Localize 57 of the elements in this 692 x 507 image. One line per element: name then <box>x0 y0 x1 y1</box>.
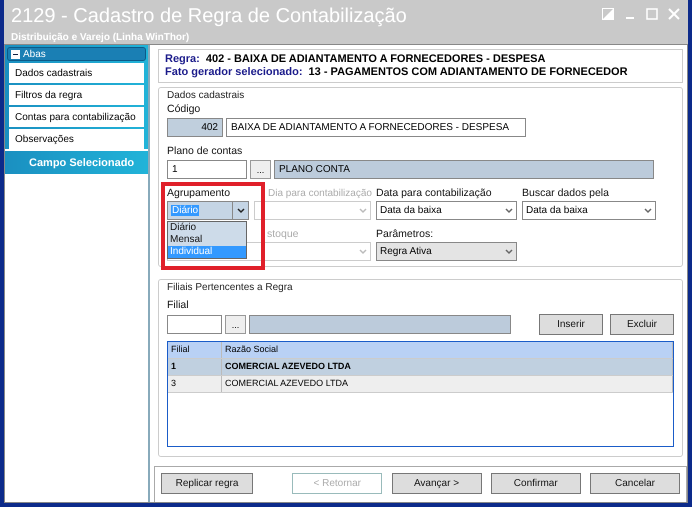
minus-icon <box>11 50 20 58</box>
column-header[interactable]: Razão Social <box>222 342 673 358</box>
day-dropdown[interactable] <box>254 201 371 220</box>
field-label: Código <box>167 103 200 116</box>
field-label: Parâmetros: <box>376 228 434 241</box>
table-cell: 3 <box>168 376 222 392</box>
footer-button[interactable]: Avançar > <box>392 473 482 494</box>
field-label: stoque <box>267 228 299 241</box>
table-row[interactable]: 3 COMERCIAL AZEVEDO LTDA <box>168 376 673 393</box>
field-label: Filial <box>167 299 189 312</box>
branch-field[interactable] <box>167 315 222 334</box>
table-cell: 1 <box>168 359 222 375</box>
action-button[interactable]: Excluir <box>610 314 674 335</box>
restore-icon[interactable] <box>602 8 614 20</box>
date-dropdown[interactable]: Data da baixa <box>376 201 517 220</box>
rule-line: Regra: 402 - BAIXA DE ADIANTAMENTO A FORNECEDORES - DESPESA <box>165 53 546 66</box>
table-cell: COMERCIAL AZEVEDO LTDA <box>222 359 673 375</box>
chevron-down-icon <box>505 208 513 214</box>
sidebar-section-title: Campo Selecionado <box>5 151 148 174</box>
field-label: Data para contabilização <box>376 187 492 200</box>
footer-button[interactable]: Confirmar <box>490 473 581 494</box>
sidebar-header-label: Abas <box>23 48 46 60</box>
dropdown-option[interactable]: Mensal <box>168 234 246 246</box>
description-field[interactable]: BAIXA DE ADIANTAMENTO A FORNECEDORES - DESPESA <box>226 118 526 137</box>
sidebar-item[interactable]: Observações <box>9 129 144 149</box>
account-plan-field[interactable]: 1 <box>167 160 247 179</box>
footer-button[interactable]: Cancelar <box>590 473 680 494</box>
dropdown-option[interactable]: Diário <box>168 222 246 234</box>
browse-button[interactable]: ... <box>250 160 271 179</box>
chevron-down-icon <box>359 208 367 214</box>
table-cell: COMERCIAL AZEVEDO LTDA <box>222 376 673 392</box>
fetch-by-dropdown[interactable]: Data da baixa <box>522 201 656 220</box>
sidebar-header[interactable]: Abas <box>7 47 146 61</box>
group-title: Filiais Pertencentes a Regra <box>167 282 294 293</box>
footer-button[interactable]: Replicar regra <box>161 473 253 494</box>
field-label: Dia para contabilização <box>268 187 372 200</box>
action-button[interactable]: Inserir <box>539 314 603 335</box>
field-label: Buscar dados pela <box>522 187 609 200</box>
field-label: Agrupamento <box>167 187 230 200</box>
field-label: Plano de contas <box>167 145 242 158</box>
sidebar-item[interactable]: Contas para contabilização <box>9 107 144 127</box>
chevron-down-icon <box>359 248 367 254</box>
account-plan-name-field: PLANO CONTA <box>274 160 654 179</box>
sidebar-item[interactable]: Filtros da regra <box>9 85 144 105</box>
table-row[interactable]: 1 COMERCIAL AZEVEDO LTDA <box>168 359 673 376</box>
parameters-dropdown[interactable]: Regra Ativa <box>376 242 517 261</box>
maximize-icon[interactable] <box>646 8 658 20</box>
browse-button[interactable]: ... <box>225 315 246 334</box>
code-field[interactable]: 402 <box>167 118 223 137</box>
group-title: Dados cadastrais <box>167 90 246 101</box>
column-header[interactable]: Filial <box>168 342 222 358</box>
chevron-down-icon <box>505 248 513 254</box>
chevron-down-icon <box>644 208 652 214</box>
event-line: Fato gerador selecionado: 13 - PAGAMENTOS COM ADIANTAMENTO DE FORNECEDOR <box>165 66 629 79</box>
close-icon[interactable] <box>668 8 680 20</box>
sidebar-item[interactable]: Dados cadastrais <box>9 63 144 83</box>
chevron-down-icon <box>236 208 244 214</box>
